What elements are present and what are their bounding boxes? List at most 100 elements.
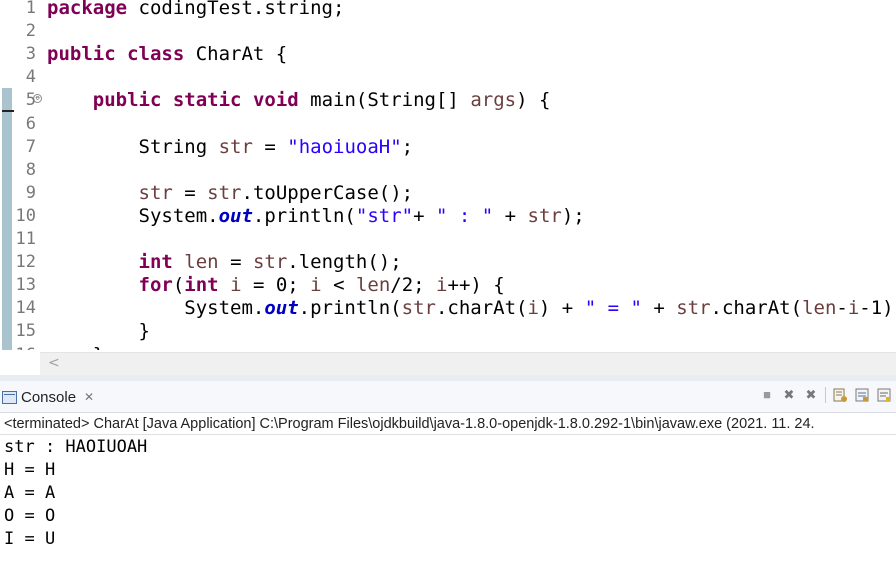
scroll-lock-icon[interactable] bbox=[854, 387, 870, 403]
code-token: ) { bbox=[516, 89, 551, 112]
line-number: 2 bbox=[25, 21, 36, 42]
code-token: < bbox=[321, 274, 356, 297]
code-token: System. bbox=[47, 204, 219, 227]
console-output-line: H = H bbox=[4, 460, 56, 480]
code-token: ; bbox=[401, 135, 414, 158]
code-token: .length(); bbox=[287, 251, 402, 274]
word-wrap-icon[interactable] bbox=[876, 387, 892, 403]
console-output-line: I = U bbox=[4, 529, 56, 549]
console-output-line: str : HAOIUOAH bbox=[4, 437, 148, 457]
code-token: = bbox=[218, 251, 253, 274]
code-token: static bbox=[172, 89, 242, 112]
code-token: " : " bbox=[435, 204, 494, 227]
code-token: " = " bbox=[584, 297, 642, 320]
code-token: void bbox=[252, 89, 299, 112]
code-token: public bbox=[47, 43, 116, 66]
code-token: = bbox=[252, 135, 288, 158]
code-token: str bbox=[207, 181, 242, 204]
code-line[interactable]: public static void main(String[] args) { bbox=[47, 89, 551, 112]
tab-console-label: Console bbox=[21, 388, 77, 406]
code-token: ); bbox=[561, 204, 585, 227]
console-icon bbox=[2, 390, 17, 404]
console-output-line: O = O bbox=[4, 506, 56, 526]
line-number: 3 bbox=[25, 44, 36, 65]
code-line[interactable]: int len = str.length(); bbox=[47, 251, 402, 274]
code-token: .println( bbox=[252, 204, 356, 227]
console-status-line: <terminated> CharAt [Java Application] C… bbox=[0, 413, 896, 435]
code-line[interactable]: public class CharAt { bbox=[47, 43, 287, 66]
horizontal-scrollbar[interactable]: < bbox=[40, 352, 896, 375]
code-token: - bbox=[836, 297, 848, 320]
code-token: System. bbox=[47, 297, 265, 320]
console-output-line: A = A bbox=[4, 483, 56, 503]
code-token: str bbox=[138, 181, 173, 204]
code-line[interactable]: } bbox=[47, 320, 150, 343]
tab-console[interactable]: Console ✕ bbox=[2, 385, 94, 409]
code-line[interactable]: System.out.println(str.charAt(i) + " = "… bbox=[47, 297, 896, 320]
line-number: 13 bbox=[15, 275, 36, 296]
line-number: 10 bbox=[15, 205, 36, 226]
code-token: "str" bbox=[355, 204, 414, 227]
code-token: codingTest.string; bbox=[127, 0, 345, 19]
code-token: args bbox=[470, 89, 517, 112]
code-line[interactable]: } bbox=[47, 344, 104, 351]
code-token: out bbox=[264, 297, 299, 320]
code-token: .toUpperCase(); bbox=[241, 181, 414, 204]
console-output[interactable]: str : HAOIUOAH H = H A = A O = O I = U bbox=[4, 436, 147, 551]
code-token: CharAt { bbox=[184, 43, 288, 66]
code-line[interactable]: for(int i = 0; i < len/2; i++) { bbox=[47, 274, 505, 297]
code-token: ++) { bbox=[447, 274, 505, 297]
code-token: str bbox=[252, 251, 288, 274]
code-token: str bbox=[218, 135, 253, 158]
line-number: 4 bbox=[25, 67, 36, 88]
code-token: main(String[] bbox=[298, 89, 471, 112]
scroll-left-icon[interactable]: < bbox=[48, 355, 60, 371]
code-line[interactable]: package codingTest.string; bbox=[47, 0, 344, 20]
code-token: .println( bbox=[298, 297, 402, 320]
line-number: 8 bbox=[25, 159, 36, 180]
close-icon[interactable]: ✕ bbox=[84, 390, 94, 404]
code-token: int bbox=[184, 274, 219, 297]
code-token: for bbox=[138, 274, 173, 297]
line-number: 12 bbox=[15, 252, 36, 273]
code-token: + bbox=[641, 297, 677, 320]
code-token: ) + bbox=[538, 297, 585, 320]
code-token: .charAt( bbox=[435, 297, 528, 320]
code-token: String bbox=[47, 135, 219, 158]
terminate-icon[interactable]: ■ bbox=[759, 387, 775, 403]
code-token: len bbox=[184, 251, 219, 274]
remove-all-terminated-icon[interactable]: ✖ bbox=[803, 387, 819, 403]
toolbar-divider bbox=[825, 387, 826, 403]
code-line[interactable]: str = str.toUpperCase(); bbox=[47, 181, 414, 205]
clear-console-icon[interactable] bbox=[832, 387, 848, 403]
line-number: 11 bbox=[15, 229, 36, 249]
line-number: 7 bbox=[25, 136, 36, 157]
code-token: + bbox=[493, 204, 528, 227]
code-token: .charAt( bbox=[710, 297, 803, 320]
code-token: + bbox=[413, 204, 436, 227]
code-token: str bbox=[527, 204, 562, 227]
code-editor[interactable]: ⊖ 12345678910111213141516 package coding… bbox=[0, 0, 896, 350]
line-number: 9 bbox=[25, 182, 36, 203]
code-token: "haoiuoaH" bbox=[287, 135, 402, 158]
line-number: 16 bbox=[10, 344, 36, 351]
code-token: str bbox=[676, 297, 711, 320]
code-token: i bbox=[436, 274, 448, 297]
remove-launch-icon[interactable]: ✖ bbox=[781, 387, 797, 403]
line-number: 14 bbox=[15, 298, 36, 319]
line-number: 5 bbox=[25, 90, 36, 111]
code-token: public bbox=[92, 89, 162, 112]
code-token: i bbox=[230, 274, 242, 297]
line-number: 15 bbox=[15, 321, 36, 342]
code-line[interactable]: System.out.println("str"+ " : " + str); bbox=[47, 205, 585, 228]
code-token: package bbox=[47, 0, 128, 19]
code-line[interactable]: String str = "haoiuoaH"; bbox=[47, 135, 414, 159]
